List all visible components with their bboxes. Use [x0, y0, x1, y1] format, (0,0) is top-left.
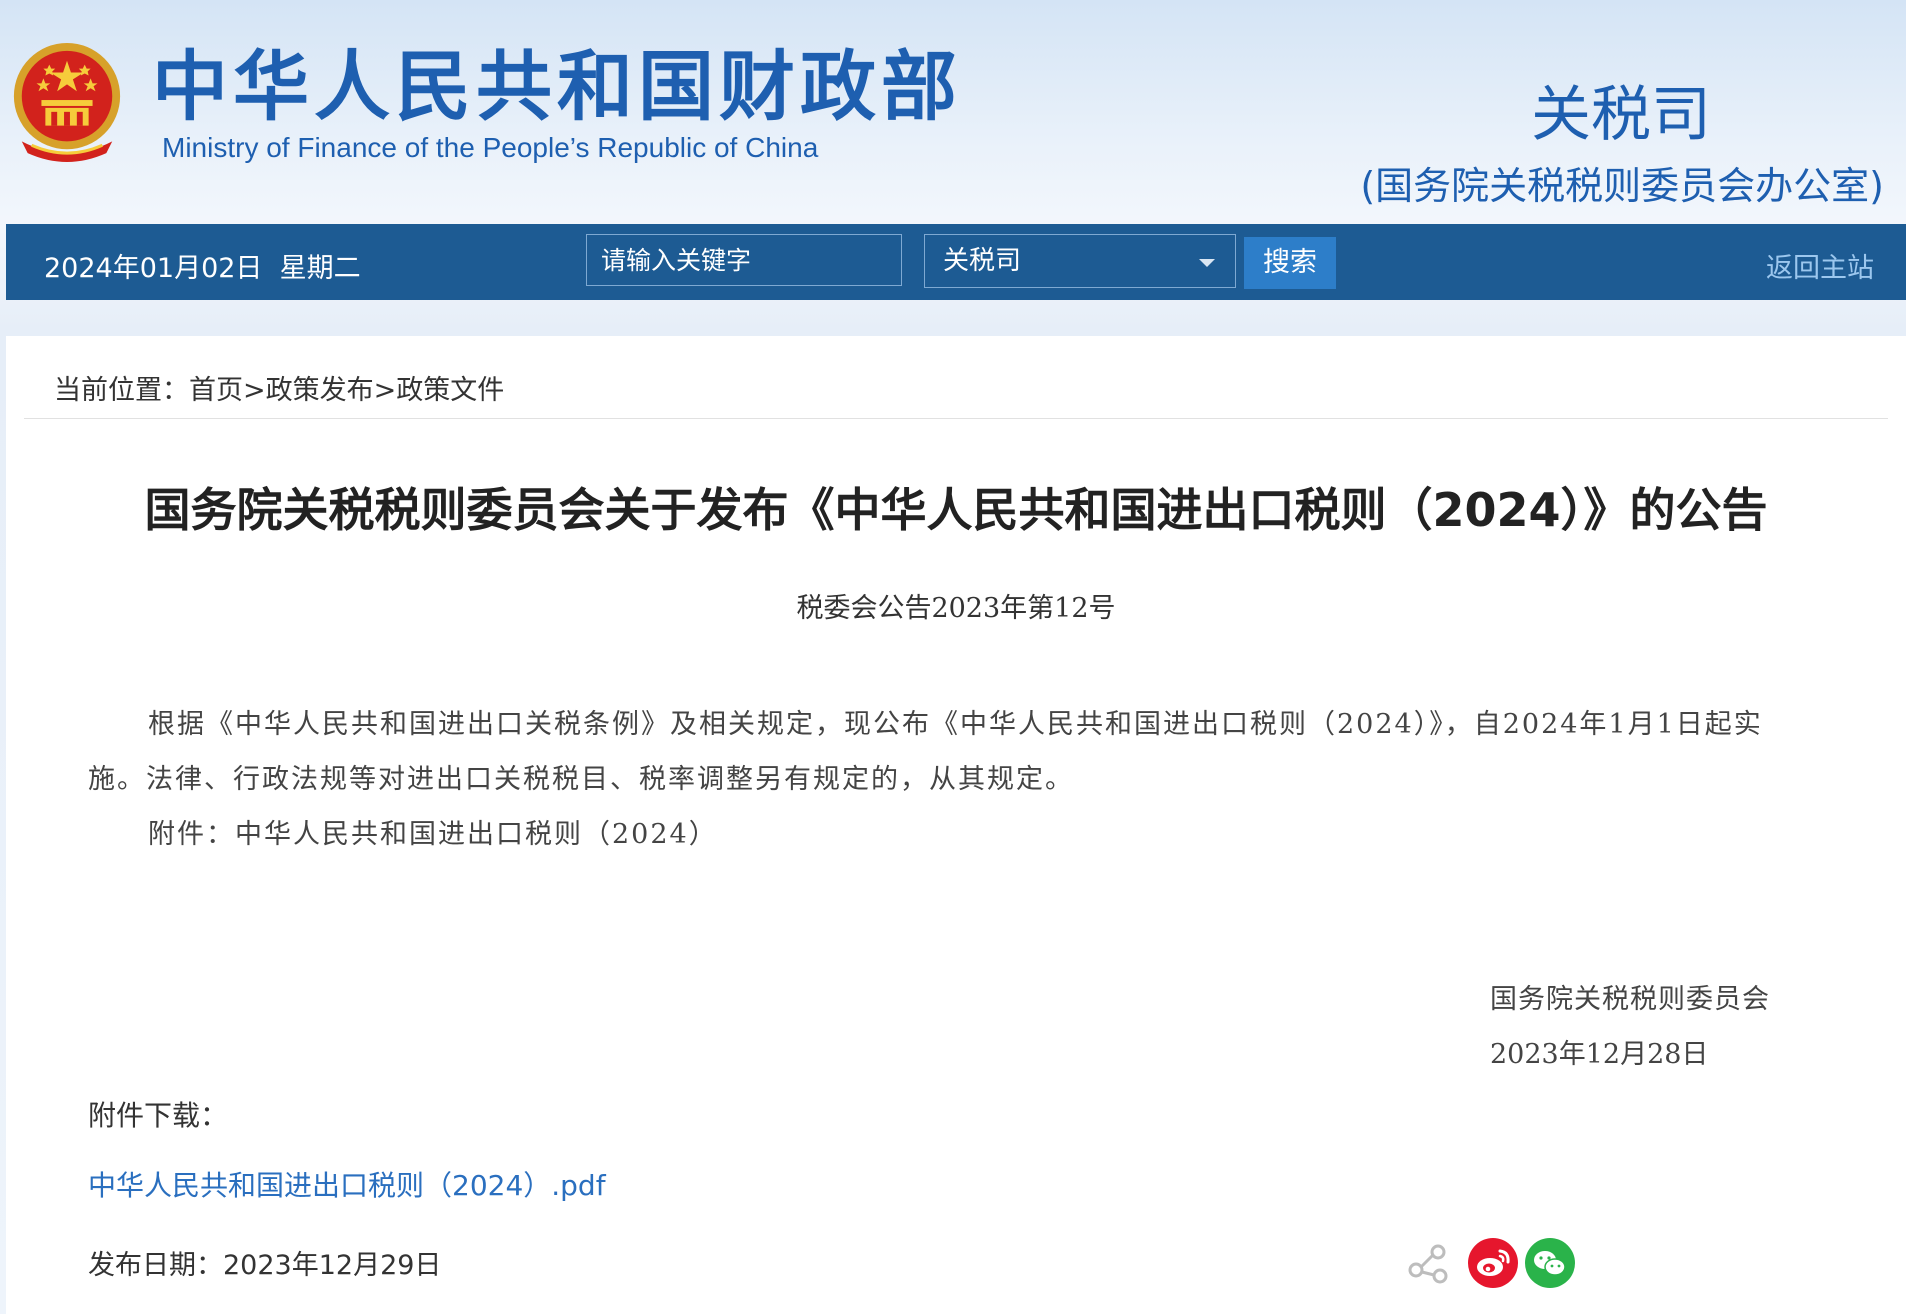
- department-subtitle: (国务院关税税则委员会办公室): [1360, 164, 1884, 208]
- date-text: 2024年01月02日: [44, 253, 263, 284]
- share-icon[interactable]: [1406, 1240, 1452, 1286]
- department-name: 关税司: [1531, 80, 1711, 150]
- site-header: 中华人民共和国财政部 Ministry of Finance of the Pe…: [0, 0, 1906, 224]
- publish-date-value: 2023年12月29日: [223, 1250, 442, 1281]
- download-label: 附件下载：: [88, 1099, 229, 1132]
- current-date: 2024年01月02日 星期二: [44, 246, 361, 285]
- return-home-link[interactable]: 返回主站: [1766, 246, 1874, 285]
- search-input[interactable]: [586, 234, 902, 286]
- chevron-down-icon: [1199, 259, 1215, 267]
- search-button[interactable]: 搜索: [1244, 237, 1336, 289]
- wechat-icon[interactable]: [1524, 1237, 1576, 1289]
- ministry-title-cn[interactable]: 中华人民共和国财政部: [152, 42, 962, 132]
- breadcrumb-separator: >: [243, 375, 266, 406]
- scope-selected-label: 关税司: [943, 246, 1022, 276]
- article-title: 国务院关税税则委员会关于发布《中华人民共和国进出口税则（2024）》的公告: [144, 483, 1768, 537]
- publish-date-label: 发布日期：: [88, 1250, 223, 1281]
- breadcrumb-item-policy-release[interactable]: 政策发布: [266, 375, 374, 406]
- document-number: 税委会公告2023年第12号: [796, 593, 1116, 624]
- publish-date: 发布日期：2023年12月29日: [88, 1243, 441, 1282]
- breadcrumb: 当前位置：首页>政策发布>政策文件: [54, 368, 504, 407]
- signature-date: 2023年12月28日: [1490, 1039, 1709, 1070]
- national-emblem-icon[interactable]: [8, 38, 126, 168]
- breadcrumb-item-policy-documents[interactable]: 政策文件: [396, 375, 504, 406]
- breadcrumb-item-home[interactable]: 首页: [189, 375, 243, 406]
- attachment-mention: 附件：中华人民共和国进出口税则（2024）: [148, 819, 718, 850]
- signature-organization: 国务院关税税则委员会: [1490, 984, 1770, 1015]
- weibo-icon[interactable]: [1467, 1237, 1519, 1289]
- nav-bar: 2024年01月02日 星期二 关税司 搜索 返回主站: [6, 224, 1906, 300]
- attachment-download-link[interactable]: 中华人民共和国进出口税则（2024）.pdf: [88, 1164, 606, 1204]
- breadcrumb-prefix: 当前位置：: [54, 375, 189, 406]
- weekday-text: 星期二: [279, 253, 361, 284]
- article-paragraph-line: 根据《中华人民共和国进出口关税条例》及相关规定，现公布《中华人民共和国进出口税则…: [148, 709, 1763, 740]
- divider: [24, 418, 1888, 419]
- article-paragraph-line: 施。法律、行政法规等对进出口关税税目、税率调整另有规定的，从其规定。: [88, 764, 1074, 795]
- content-panel: 当前位置：首页>政策发布>政策文件 国务院关税税则委员会关于发布《中华人民共和国…: [6, 336, 1906, 1314]
- ministry-title-en[interactable]: Ministry of Finance of the People’s Repu…: [162, 132, 818, 164]
- breadcrumb-separator: >: [373, 375, 397, 406]
- search-scope-select[interactable]: 关税司: [924, 234, 1236, 288]
